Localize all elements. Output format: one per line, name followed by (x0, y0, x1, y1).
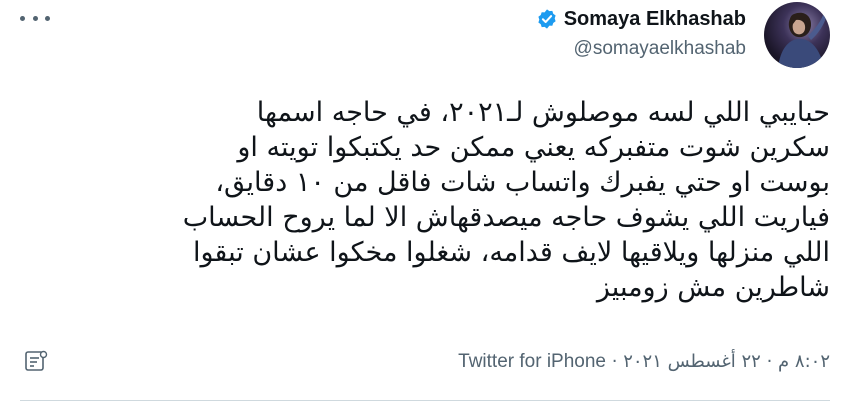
tweet-card: Somaya Elkhashab @somayaelkhashab حبايبي… (0, 0, 850, 411)
more-options-icon[interactable] (20, 8, 50, 28)
dot (45, 15, 50, 21)
author-handle[interactable]: @somayaelkhashab (536, 38, 746, 60)
tweet-text-line: فياريت اللي يشوف حاجه ميصدقهاش الا لما ي… (182, 202, 830, 233)
tweet-time[interactable]: ٨:٠٢ م (778, 351, 830, 372)
tweet-source[interactable]: Twitter for iPhone (458, 351, 606, 372)
tweet-text: حبايبي اللي لسه موصلوش لـ٢٠٢١، في حاجه ا… (30, 95, 830, 305)
tweet-text-line: بوست او حتي يفبرك واتساب شات فاقل من ١٠ … (215, 167, 830, 198)
meta-separator: · (611, 351, 618, 372)
verified-badge-icon (538, 9, 556, 29)
dot (32, 15, 38, 21)
author-display-name[interactable]: Somaya Elkhashab (564, 8, 746, 31)
tweet-meta: ٨:٠٢ م · ٢٢ أغسطس ٢٠٢١ · Twitter for iPh… (458, 351, 830, 373)
tweet-text-line: اللي منزلها ويلاقيها لايف قدامه، شغلوا م… (192, 237, 830, 268)
profile-photo-icon (778, 12, 827, 68)
tweet-analytics-icon[interactable] (24, 350, 48, 372)
tweet-text-line: حبايبي اللي لسه موصلوش لـ٢٠٢١، في حاجه ا… (256, 97, 830, 128)
avatar[interactable] (764, 2, 830, 68)
divider (20, 400, 830, 401)
tweet-author: Somaya Elkhashab @somayaelkhashab (536, 6, 746, 60)
name-row: Somaya Elkhashab (536, 6, 746, 32)
dot (20, 15, 25, 21)
tweet-text-line: سكرين شوت متفبركه يعني ممكن حد يكتبكوا ت… (237, 132, 830, 163)
tweet-text-line: شاطرين مش زومبيز (596, 272, 830, 303)
meta-separator: · (766, 351, 773, 372)
tweet-date[interactable]: ٢٢ أغسطس ٢٠٢١ (623, 351, 761, 372)
